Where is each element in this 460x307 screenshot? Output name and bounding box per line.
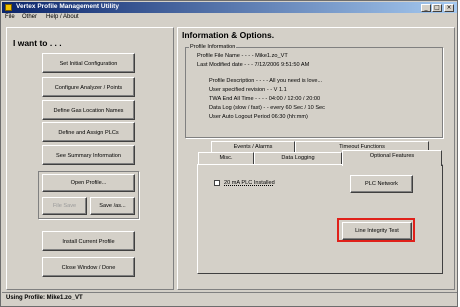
main-window: Vertex Profile Management Utility _ □ × … (0, 0, 458, 307)
open-profile-button[interactable]: Open Profile... (42, 174, 135, 192)
last-modified-date: Last Modified date - - - 7/12/2006 9:51:… (197, 62, 310, 68)
menu-help-about[interactable]: Help / About (46, 14, 79, 20)
define-gas-location-button[interactable]: Define Gas Location Names (42, 100, 135, 120)
status-text: Using Profile: Mike1.zo_VT (6, 295, 83, 301)
menu-other[interactable]: Other (22, 14, 37, 20)
plc-installed-label: 20 mA PLC Installed (224, 180, 275, 186)
install-current-profile-button[interactable]: Install Current Profile (42, 231, 135, 251)
maximize-button[interactable]: □ (432, 4, 442, 12)
summary-information-button[interactable]: See Summary Information (42, 145, 135, 165)
plc-network-button[interactable]: PLC Network (350, 175, 413, 193)
profile-information-legend: Profile Information (189, 44, 237, 50)
save-as-button[interactable]: Save /as... (90, 197, 135, 215)
close-window-button[interactable]: Close Window / Done (42, 257, 135, 277)
menu-file[interactable]: File (5, 14, 15, 20)
status-bar: Using Profile: Mike1.zo_VT (2, 292, 457, 304)
title-bar: Vertex Profile Management Utility _ □ × (2, 2, 457, 13)
set-initial-configuration-button[interactable]: Set Initial Configuration (42, 53, 135, 73)
close-button[interactable]: × (444, 4, 454, 12)
actions-heading: I want to . . . (13, 38, 62, 48)
file-save-button[interactable]: File Save (42, 197, 87, 215)
highlight-box (337, 218, 415, 242)
data-log-rate: Data Log (slow / fast) - - every 60 Sec … (209, 105, 325, 111)
profile-file-name: Profile File Name - - - - Mike1.zo_VT (197, 53, 288, 59)
actions-panel: I want to . . . Set Initial Configuratio… (6, 27, 174, 290)
tab-data-logging[interactable]: Data Logging (254, 152, 342, 164)
tab-misc[interactable]: Misc. (198, 152, 254, 164)
twa-end-times: TWA End All Time - - - - 04:00 / 12:00 /… (209, 96, 321, 102)
window-title: Vertex Profile Management Utility (16, 3, 119, 10)
minimize-button[interactable]: _ (421, 4, 431, 12)
profile-information-group: Profile Information Profile File Name - … (185, 44, 443, 138)
plc-installed-checkbox[interactable] (214, 180, 220, 186)
user-revision: User specified revision - - V 1.1 (209, 87, 287, 93)
app-icon (5, 4, 12, 11)
tab-optional-features[interactable]: Optional Features (342, 150, 442, 166)
configure-analyzer-button[interactable]: Configure Analyzer / Points (42, 77, 135, 97)
menu-bar: File Other Help / About (2, 13, 457, 23)
file-group: Open Profile... File Save Save /as... (38, 171, 139, 219)
profile-description: Profile Description - - - - All you need… (209, 78, 323, 84)
information-heading: Information & Options. (182, 30, 275, 40)
define-plcs-button[interactable]: Define and Assign PLCs (42, 122, 135, 142)
auto-logout-period: User Auto Logout Period 06:30 (hh:mm) (209, 114, 308, 120)
tab-events-alarms[interactable]: Events / Alarms (211, 141, 295, 152)
